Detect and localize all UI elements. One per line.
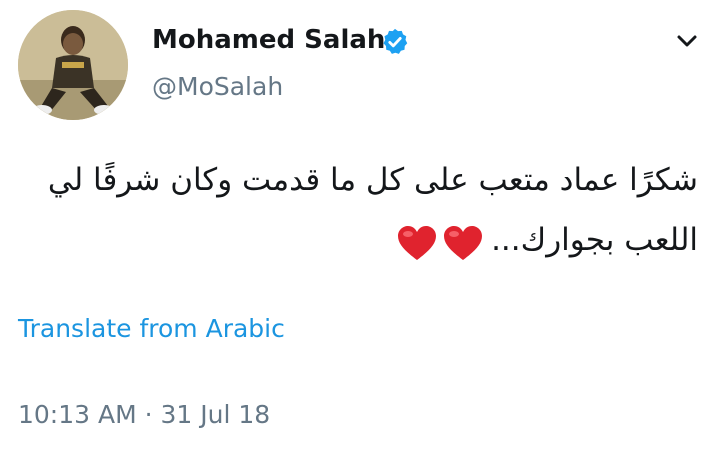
user-handle[interactable]: @MoSalah [152,70,283,104]
tweet-text-line-1: شكرًا عماد متعب على كل ما قدمت وكان شرفً… [47,162,698,198]
tweet-card: Mohamed Salah @MoSalah شكرًا عماد متعب ع… [0,0,720,465]
tweet-text-line-2: اللعب بجوارك... [38,210,698,272]
tweet-text: شكرًا عماد متعب على كل ما قدمت وكان شرفً… [38,150,698,272]
verified-badge-icon [383,28,408,54]
heart-icon [444,226,483,260]
avatar[interactable] [18,10,128,120]
emoji-group [393,212,485,272]
heart-icon [398,226,437,260]
tweet-text-line-2-text: اللعب بجوارك... [491,222,698,258]
translate-link[interactable]: Translate from Arabic [18,312,285,346]
chevron-down-icon[interactable] [672,26,702,56]
display-name[interactable]: Mohamed Salah [152,22,385,58]
avatar-photo [18,10,128,120]
tweet-timestamp[interactable]: 10:13 AM · 31 Jul 18 [18,398,270,432]
